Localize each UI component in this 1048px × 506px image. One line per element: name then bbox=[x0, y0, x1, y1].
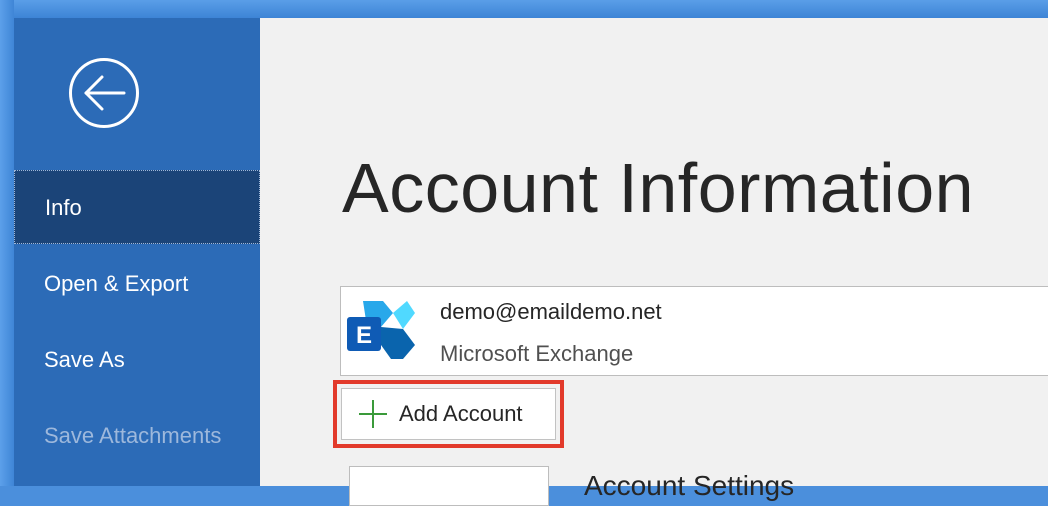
svg-text:E: E bbox=[356, 322, 372, 349]
sidebar-item-label: Save Attachments bbox=[44, 423, 222, 448]
back-arrow-icon bbox=[84, 75, 126, 111]
sidebar-item-open-export[interactable]: Open & Export bbox=[14, 247, 260, 321]
sidebar-item-label: Open & Export bbox=[44, 271, 189, 296]
main-content: Account Information E demo@emaildemo.net… bbox=[260, 18, 1048, 506]
add-account-button[interactable]: Add Account bbox=[341, 388, 556, 440]
page-title: Account Information bbox=[342, 149, 975, 227]
backstage-sidebar: Info Open & Export Save As Save Attachme… bbox=[14, 18, 260, 486]
sidebar-item-info[interactable]: Info bbox=[14, 170, 260, 244]
sidebar-item-save-as[interactable]: Save As bbox=[14, 323, 260, 397]
window-frame-top bbox=[0, 0, 1048, 18]
sidebar-item-label: Save As bbox=[44, 347, 125, 372]
sidebar-item-save-attachments[interactable]: Save Attachments bbox=[14, 399, 260, 473]
account-settings-label: Account Settings bbox=[584, 470, 795, 501]
window-frame-left bbox=[0, 0, 14, 486]
account-settings-button[interactable] bbox=[349, 466, 549, 506]
exchange-icon: E bbox=[347, 301, 415, 359]
account-type: Microsoft Exchange bbox=[440, 341, 634, 366]
account-email: demo@emaildemo.net bbox=[440, 299, 662, 324]
add-account-label: Add Account bbox=[399, 401, 523, 426]
back-button[interactable] bbox=[69, 58, 139, 128]
account-selector[interactable]: E demo@emaildemo.net Microsoft Exchange bbox=[340, 286, 1048, 376]
sidebar-item-label: Info bbox=[45, 195, 82, 220]
plus-icon bbox=[359, 400, 387, 428]
